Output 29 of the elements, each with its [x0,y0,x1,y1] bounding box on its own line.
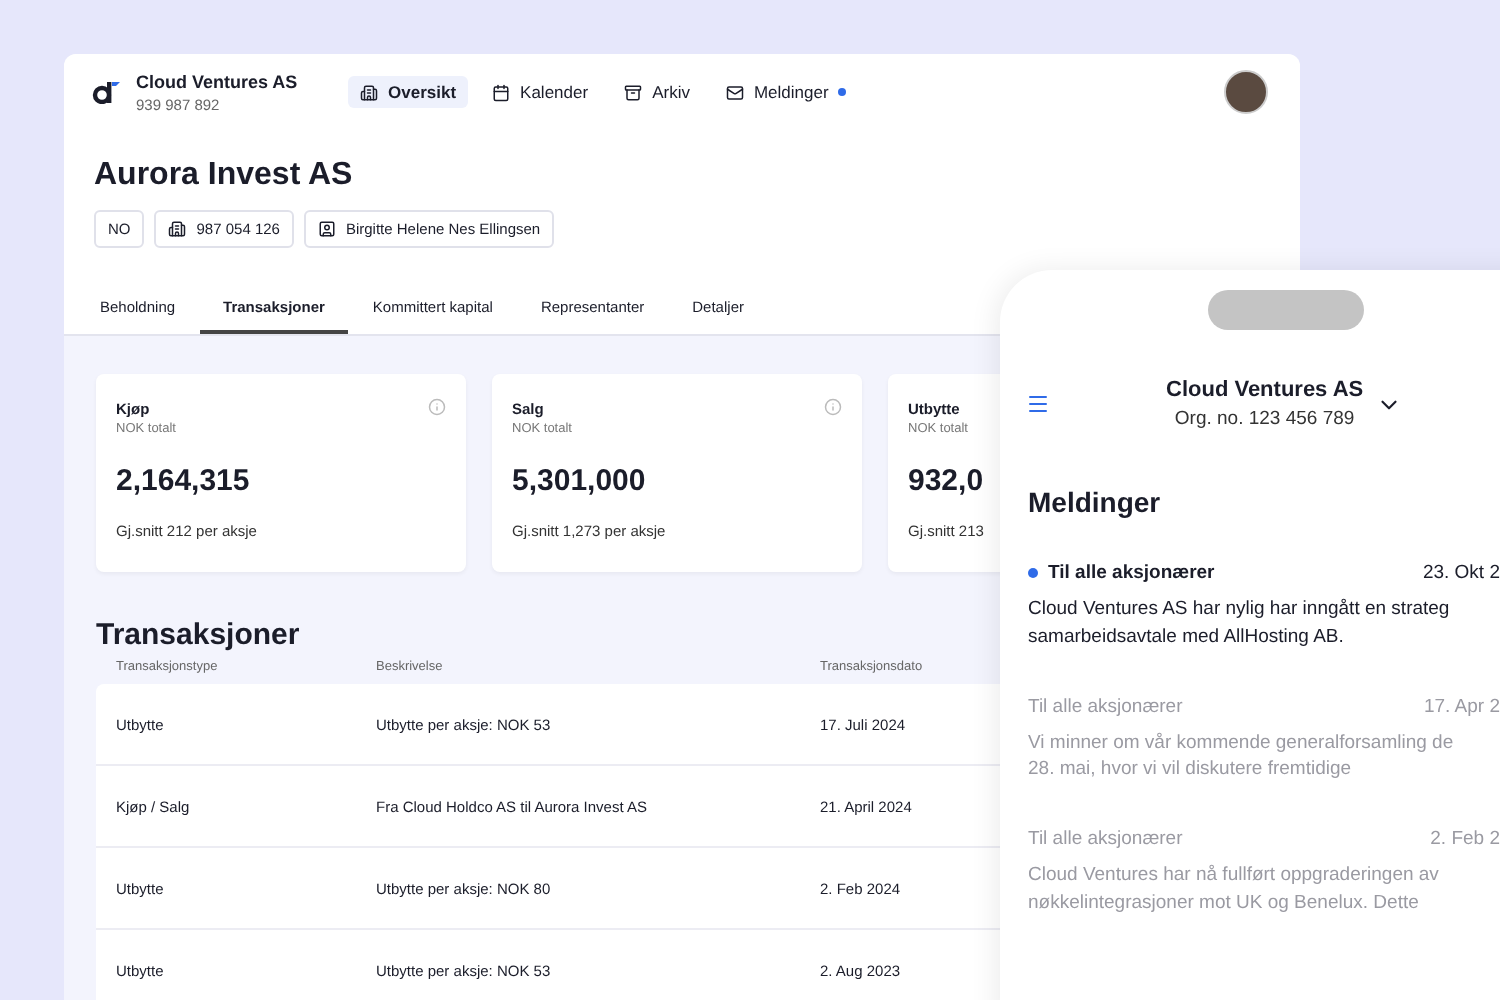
message-recipient[interactable]: Til alle aksjonærer [1048,562,1215,584]
company-name: Cloud Ventures AS [1166,378,1364,402]
menu-icon[interactable] [1026,392,1050,416]
person-icon [317,220,336,238]
card-value: 2,164,315 [116,464,250,498]
page-title: Aurora Invest AS [94,158,353,194]
mail-icon [725,83,744,101]
nav-item[interactable]: Meldinger [713,76,859,108]
building-icon [360,83,378,101]
company-name: Cloud Ventures AS [136,71,298,91]
section-title: Transaksjoner [96,618,300,652]
avatar[interactable] [1224,70,1268,114]
message-text: Cloud Ventures har nå fullført oppgraderingen av nøkkelintegrasjoner mot UK og Benelux. Dette [1028,862,1439,918]
message-text: Cloud Ventures AS har nylig har inngått en strateg samarbeidsavtale med AllHosting AB. [1028,596,1450,652]
card-value: 932,0 [908,464,984,498]
logo-icon [92,80,120,104]
nav-item[interactable]: Arkiv [612,76,702,108]
message-date: 17. Apr 2 [1423,695,1500,718]
message-date: 23. Okt 2 [1422,562,1500,584]
org-number: Org. no. 123 456 789 [1174,408,1355,430]
message-date: 2. Feb 2 [1430,828,1500,851]
archive-icon [624,83,643,101]
message-text: Vi minner om vår kommende generalforsamling de 28. mai, hvor vi vil diskutere fremtidige [1028,729,1454,785]
card-value: 5,301,000 [512,464,646,498]
calendar-icon [492,83,511,101]
nav-item[interactable]: Oversikt [348,76,469,108]
building-icon [168,220,187,238]
nav-item[interactable]: Kalender [480,76,601,108]
section-title: Meldinger [1028,486,1161,518]
